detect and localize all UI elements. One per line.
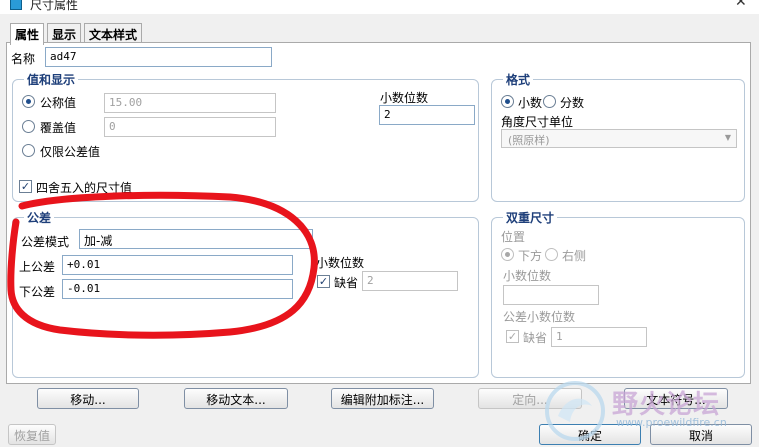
decimal-places-input[interactable]: 2 — [379, 105, 475, 125]
tolerance-mode-select[interactable]: 加-减 — [79, 229, 313, 249]
title-bar — [0, 0, 759, 14]
rounded-value-label: 四舍五入的尺寸值 — [36, 181, 133, 195]
move-text-button[interactable]: 移动文本... — [184, 388, 288, 409]
override-radio[interactable] — [22, 120, 35, 133]
dual-dimension-title: 双重尺寸 — [503, 209, 558, 226]
dual-tol-decimal-label: 公差小数位数 — [503, 310, 576, 324]
app-window-icon — [10, 0, 22, 10]
tab-text-style[interactable]: 文本样式 — [84, 23, 143, 43]
angular-unit-value: (照原样) — [508, 134, 550, 147]
watermark-url: www.proewildfire.cn — [616, 416, 727, 429]
decimal-places-label: 小数位数 — [380, 91, 429, 105]
angular-unit-select[interactable]: (照原样) ▼ — [501, 129, 737, 148]
nominal-radio[interactable] — [22, 95, 35, 108]
tolerance-mode-label: 公差模式 — [21, 235, 70, 249]
lower-tolerance-input[interactable]: -0.01 — [62, 279, 293, 299]
tab-properties[interactable]: 属性 — [10, 23, 45, 45]
dual-decimal-label: 小数位数 — [503, 269, 552, 283]
rounded-value-checkbox[interactable]: ✓ — [19, 180, 32, 193]
override-label: 覆盖值 — [40, 121, 77, 135]
restore-values-button[interactable]: 恢复值 — [8, 424, 56, 445]
format-title: 格式 — [503, 71, 534, 88]
dual-tol-decimal-input[interactable]: 1 — [551, 327, 647, 347]
tolerance-decimal-label: 小数位数 — [316, 256, 365, 270]
tab-display[interactable]: 显示 — [47, 23, 82, 43]
decimal-label: 小数 — [518, 96, 543, 110]
fraction-label: 分数 — [560, 96, 585, 110]
tolerance-only-label: 仅限公差值 — [40, 145, 101, 159]
tolerance-default-label: 缺省 — [334, 276, 359, 290]
dual-right-radio[interactable] — [545, 248, 558, 261]
tolerance-default-checkbox[interactable]: ✓ — [317, 275, 330, 288]
tolerance-only-radio[interactable] — [22, 144, 35, 157]
override-value-input[interactable]: 0 — [104, 117, 276, 137]
dual-default-checkbox[interactable]: ✓ — [506, 330, 519, 343]
move-button[interactable]: 移动... — [37, 388, 139, 409]
chevron-down-icon: ▼ — [724, 133, 731, 142]
dual-decimal-input[interactable] — [503, 285, 599, 305]
dual-default-label: 缺省 — [523, 331, 548, 345]
value-display-title: 值和显示 — [24, 71, 79, 88]
tolerance-title: 公差 — [24, 209, 55, 226]
close-icon[interactable]: ✕ — [735, 0, 747, 10]
dual-below-label: 下方 — [518, 249, 543, 263]
window-title: 尺寸属性 — [30, 0, 79, 12]
fraction-radio[interactable] — [543, 95, 556, 108]
nominal-label: 公称值 — [40, 96, 77, 110]
forum-logo-icon — [545, 381, 605, 441]
upper-tolerance-label: 上公差 — [19, 260, 56, 274]
name-label: 名称 — [11, 52, 36, 66]
decimal-radio[interactable] — [501, 95, 514, 108]
angular-unit-label: 角度尺寸单位 — [501, 115, 574, 129]
dual-right-label: 右侧 — [562, 249, 587, 263]
nominal-value-input[interactable]: 15.00 — [104, 93, 276, 113]
tolerance-decimal-input[interactable]: 2 — [362, 271, 458, 291]
edit-attached-note-button[interactable]: 编辑附加标注... — [331, 388, 434, 409]
upper-tolerance-input[interactable]: +0.01 — [62, 255, 293, 275]
dual-below-radio[interactable] — [501, 248, 514, 261]
name-input[interactable]: ad47 — [45, 47, 272, 67]
dual-position-label: 位置 — [501, 230, 526, 244]
lower-tolerance-label: 下公差 — [19, 285, 56, 299]
